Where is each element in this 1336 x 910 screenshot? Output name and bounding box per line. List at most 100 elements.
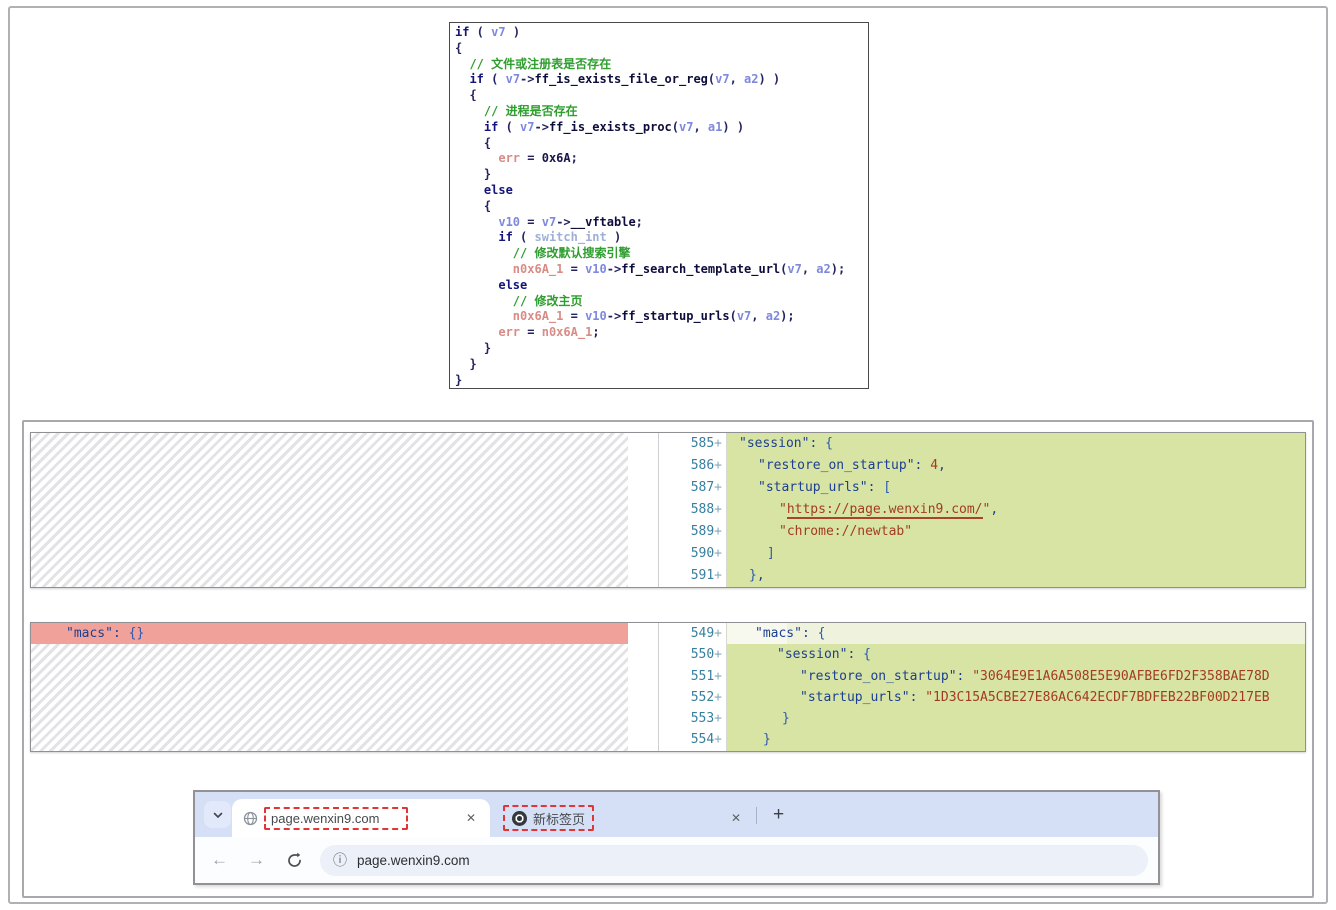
- code-token: ff_is_exists_proc: [549, 120, 672, 134]
- diff-added-line: "session": {: [727, 644, 1305, 665]
- code-line: // 文件或注册表是否存在: [455, 57, 863, 73]
- code-token: v10: [585, 309, 607, 323]
- tab-new-tab-page[interactable]: 新标签页 ✕: [495, 799, 753, 837]
- code-token: ,: [693, 120, 707, 134]
- address-bar[interactable]: ⓘ page.wenxin9.com: [320, 845, 1148, 876]
- code-token: ;: [636, 215, 643, 229]
- code-token: "3064E9E1A6A508E5E90AFBE6FD2F358BAE78D: [972, 669, 1269, 684]
- code-line: {: [455, 136, 863, 152]
- diff-added-line: ]: [727, 543, 1305, 565]
- diff-panel-session: 585+586+587+588+589+590+591+ "session": …: [30, 432, 1306, 588]
- code-token: :: [868, 480, 884, 495]
- diff-plus-marker: +: [714, 436, 722, 451]
- code-token: a1: [708, 120, 722, 134]
- tab-search-chevron-button[interactable]: [204, 801, 231, 828]
- code-token: =: [563, 262, 585, 276]
- diff-line-number: 587+: [659, 477, 722, 499]
- reload-button[interactable]: [286, 852, 303, 869]
- code-token: v7: [787, 262, 801, 276]
- diff-panel-macs: "macs": {} 549+550+551+552+553+554+ "mac…: [30, 622, 1306, 752]
- code-token: // 修改主页: [455, 294, 582, 308]
- code-token: {: [455, 199, 491, 213]
- diff-added-line: "chrome://newtab": [727, 521, 1305, 543]
- diff-plus-marker: +: [714, 546, 722, 561]
- code-token: a2: [744, 72, 758, 86]
- new-tab-button[interactable]: +: [765, 801, 792, 828]
- diff-removed-line: "macs": {}: [31, 623, 628, 644]
- code-token: n0x6A_1: [513, 262, 564, 276]
- diff-added-line: },: [727, 565, 1305, 587]
- diff-left-pane-removed: "macs": {}: [31, 623, 628, 751]
- diff-added-line: "startup_urls": "1D3C15A5CBE27E86AC642EC…: [727, 687, 1305, 708]
- code-token: // 文件或注册表是否存在: [455, 57, 611, 71]
- code-token: err: [498, 325, 520, 339]
- code-token: "session": [739, 436, 809, 451]
- code-token: ) ): [758, 72, 780, 86]
- diff-line-number: 588+: [659, 499, 722, 521]
- code-token: (: [513, 230, 535, 244]
- forward-button[interactable]: →: [248, 850, 265, 870]
- code-line: n0x6A_1 = v10->ff_startup_urls(v7, a2);: [455, 309, 863, 325]
- code-token: __vftable: [571, 215, 636, 229]
- code-line: }: [455, 167, 863, 183]
- diff-plus-marker: +: [714, 626, 722, 641]
- diff-added-line: }: [727, 729, 1305, 750]
- tab-page-wenxin9[interactable]: page.wenxin9.com ✕: [232, 799, 490, 837]
- code-token: "restore_on_startup": [800, 669, 957, 684]
- code-line: n0x6A_1 = v10->ff_search_template_url(v7…: [455, 262, 863, 278]
- diff-line-number: 553+: [659, 708, 722, 729]
- diff-line-number: 554+: [659, 729, 722, 750]
- code-token: =: [520, 325, 542, 339]
- diff-line-number: 591+: [659, 565, 722, 587]
- code-token: ,: [757, 568, 765, 583]
- code-token: :: [809, 436, 825, 451]
- code-token: 0x6A: [542, 151, 571, 165]
- diff-plus-marker: +: [714, 524, 722, 539]
- diff-added-content: "session": {"restore_on_startup": 4,"sta…: [727, 433, 1305, 587]
- diff-added-line: "https://page.wenxin9.com/",: [727, 499, 1305, 521]
- code-token: [455, 230, 498, 244]
- code-token: [: [883, 480, 891, 495]
- diff-pane-divider: [628, 433, 659, 587]
- code-token: (: [672, 120, 679, 134]
- tab2-close-button[interactable]: ✕: [731, 812, 741, 824]
- browser-screenshot: page.wenxin9.com ✕ 新标签页 ✕ + ← →: [193, 790, 1160, 885]
- tab1-close-button[interactable]: ✕: [466, 812, 476, 824]
- code-token: if: [455, 25, 469, 39]
- code-token: :: [910, 690, 926, 705]
- code-token: [455, 72, 469, 86]
- diff-plus-marker: +: [714, 669, 722, 684]
- diff-added-line: "macs": {: [727, 623, 1305, 644]
- code-token: n0x6A_1: [513, 309, 564, 323]
- code-token: else: [484, 183, 513, 197]
- diff-line-number: 551+: [659, 666, 722, 687]
- diff-line-number: 585+: [659, 433, 722, 455]
- diff-plus-marker: +: [714, 458, 722, 473]
- code-token: }: [455, 373, 462, 387]
- reload-icon: [286, 852, 303, 869]
- code-token: [455, 309, 513, 323]
- code-token: else: [498, 278, 527, 292]
- diff-plus-marker: +: [714, 647, 722, 662]
- code-token: ff_is_exists_file_or_reg: [535, 72, 708, 86]
- code-token: ff_search_template_url: [621, 262, 780, 276]
- code-token: "1D3C15A5CBE27E86AC642ECDF7BDFEB22BF00D2…: [925, 690, 1269, 705]
- code-token: ): [607, 230, 621, 244]
- code-token: {}: [129, 626, 145, 641]
- diff-plus-marker: +: [714, 690, 722, 705]
- code-token: =: [520, 215, 542, 229]
- code-line: {: [455, 199, 863, 215]
- code-token: [455, 183, 484, 197]
- code-token: ->: [535, 120, 549, 134]
- back-button[interactable]: ←: [211, 850, 228, 870]
- code-token: ->: [607, 309, 621, 323]
- globe-icon: [243, 811, 258, 826]
- code-line: else: [455, 278, 863, 294]
- code-token: =: [563, 309, 585, 323]
- code-token: ]: [767, 546, 775, 561]
- code-token: :: [802, 626, 818, 641]
- page-info-icon[interactable]: ⓘ: [333, 850, 347, 870]
- code-token: :: [847, 647, 863, 662]
- code-token: (: [469, 25, 491, 39]
- code-token: {: [455, 136, 491, 150]
